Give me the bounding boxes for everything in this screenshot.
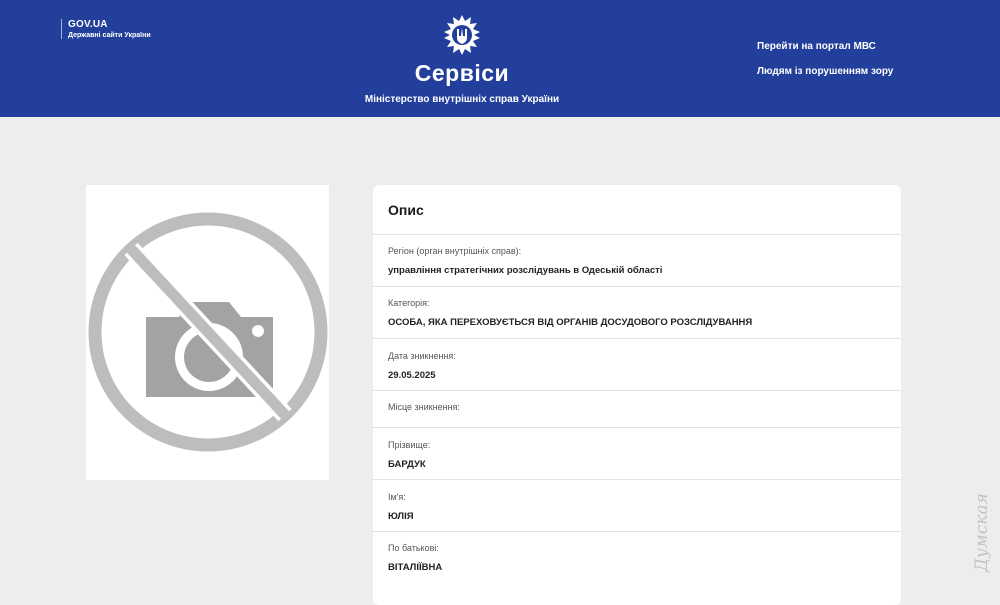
field-surname: Прізвище: БАРДУК: [373, 428, 901, 480]
field-name: Ім'я: ЮЛІЯ: [373, 480, 901, 532]
watermark: Думская: [972, 493, 992, 573]
field-place: Місце зникнення:: [373, 391, 901, 428]
accessibility-link[interactable]: Людям із порушенням зору: [757, 66, 893, 77]
card-title: Опис: [373, 185, 901, 235]
ministry-subtitle: Міністерство внутрішніх справ України: [364, 94, 560, 105]
header-links: Перейти на портал МВС Людям із порушення…: [757, 41, 893, 91]
person-photo: [86, 185, 329, 480]
field-patronymic: По батькові: ВІТАЛІЇВНА: [373, 532, 901, 592]
field-region: Регіон (орган внутрішніх справ): управлі…: [373, 235, 901, 287]
mvs-emblem-icon[interactable]: [441, 14, 483, 56]
no-photo-icon: [88, 212, 328, 452]
field-value: БАРДУК: [388, 459, 426, 470]
field-value: 29.05.2025: [388, 370, 436, 381]
mvs-portal-link[interactable]: Перейти на портал МВС: [757, 41, 893, 52]
field-label: Прізвище:: [388, 440, 431, 450]
gov-ua-subtitle: Державні сайти України: [68, 32, 151, 39]
description-card: Опис Регіон (орган внутрішніх справ): уп…: [373, 185, 901, 605]
field-value: ЮЛІЯ: [388, 511, 414, 522]
gov-ua-link[interactable]: GOV.UA Державні сайти України: [61, 19, 151, 39]
gov-ua-title: GOV.UA: [68, 19, 108, 30]
field-label: По батькові:: [388, 543, 439, 553]
field-value: ВІТАЛІЇВНА: [388, 562, 443, 573]
field-label: Категорія:: [388, 298, 430, 308]
field-label: Місце зникнення:: [388, 402, 460, 412]
field-label: Ім'я:: [388, 492, 406, 502]
field-label: Дата зникнення:: [388, 351, 456, 361]
field-value: управління стратегічних розслідувань в О…: [388, 265, 663, 276]
field-category: Категорія: ОСОБА, ЯКА ПЕРЕХОВУЄТЬСЯ ВІД …: [373, 287, 901, 339]
field-value: ОСОБА, ЯКА ПЕРЕХОВУЄТЬСЯ ВІД ОРГАНІВ ДОС…: [388, 317, 753, 328]
site-header: GOV.UA Державні сайти України Сервіси Мі…: [0, 0, 1000, 117]
field-label: Регіон (орган внутрішніх справ):: [388, 246, 522, 256]
field-date: Дата зникнення: 29.05.2025: [373, 339, 901, 391]
